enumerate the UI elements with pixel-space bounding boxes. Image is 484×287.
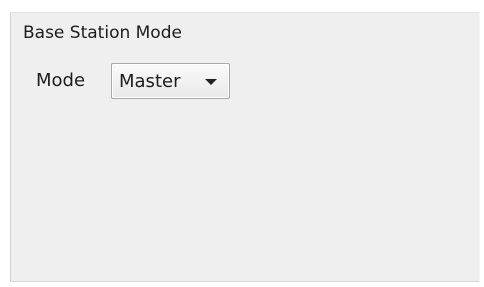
group-title: Base Station Mode — [23, 23, 182, 43]
base-station-mode-group: Base Station Mode Mode Master — [10, 12, 480, 282]
mode-select-value: Master — [119, 71, 181, 92]
mode-label: Mode — [36, 70, 86, 91]
base-station-mode-page: Base Station Mode Mode Master — [0, 0, 484, 287]
chevron-down-icon — [205, 79, 217, 85]
mode-select[interactable]: Master — [111, 63, 230, 99]
